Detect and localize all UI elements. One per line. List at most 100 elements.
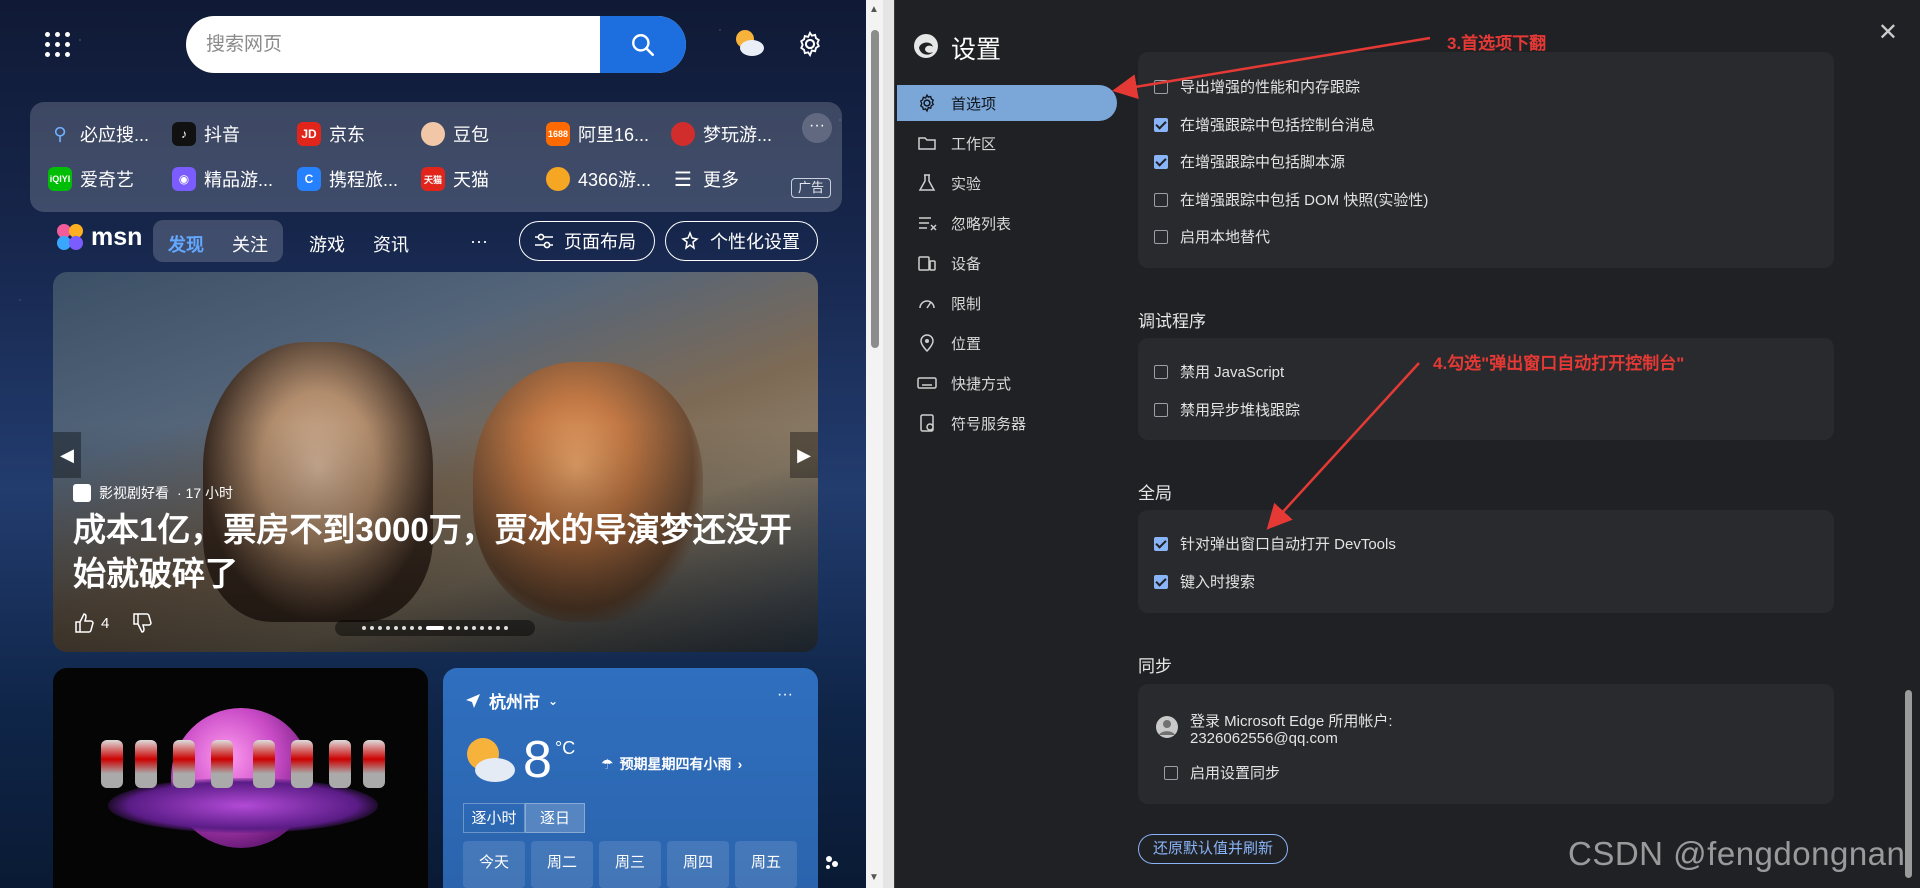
quick-link-iqiyi[interactable]: iQIYI 爱奇艺 (48, 166, 134, 192)
quick-link-bing[interactable]: ⚲ 必应搜... (48, 121, 149, 147)
search-icon: ⚲ (53, 123, 67, 144)
tab-daily[interactable]: 逐日 (525, 803, 585, 833)
quick-link-label: 抖音 (204, 125, 240, 145)
quick-link-label: 爱奇艺 (80, 170, 134, 190)
quick-link-mengwan[interactable]: 梦玩游... (671, 121, 772, 147)
sliders-icon (535, 233, 553, 249)
weather-city: 杭州市 (489, 693, 540, 712)
arrow-to-devtools-popup-checkbox (1266, 362, 1420, 530)
tab-more-button[interactable]: ··· (470, 231, 488, 252)
alibaba-1688-icon: 1688 (546, 122, 570, 146)
weather-day[interactable]: 周二 (531, 841, 593, 888)
tab-following[interactable]: 关注 (232, 231, 268, 257)
thumbs-down-icon[interactable] (131, 612, 153, 634)
arrow-to-preferences (1112, 36, 1431, 100)
hero-source: 影视剧好看 · 17 小时 (73, 483, 233, 503)
quick-link-label: 4366游... (578, 170, 652, 190)
quick-link-douyin[interactable]: ♪ 抖音 (172, 121, 240, 147)
quick-link-jingpin[interactable]: ◉ 精品游... (172, 166, 273, 192)
quick-link-doubao[interactable]: 豆包 (421, 121, 489, 147)
sparkle-edit-icon (681, 231, 699, 250)
tab-games[interactable]: 游戏 (309, 231, 345, 257)
weather-cloud-sun-icon[interactable] (732, 26, 766, 60)
game-ad-card[interactable] (53, 668, 428, 888)
chevron-down-icon: ⌄ (548, 693, 559, 708)
quick-link-label: 梦玩游... (703, 125, 773, 145)
menu-icon: ☰ (674, 168, 692, 191)
weather-unit: °C (555, 738, 576, 758)
scroll-up-arrow[interactable]: ▲ (869, 4, 879, 15)
tab-hourly[interactable]: 逐小时 (463, 803, 525, 833)
weather-day[interactable]: 今天 (463, 841, 525, 888)
msn-logo[interactable]: msn (55, 222, 142, 252)
quick-link-4366[interactable]: 4366游... (546, 166, 651, 192)
weather-card[interactable]: 杭州市 ⌄ ··· 8 °C ☂ 预期星期四有小雨 › 逐小时 逐日 今天 周二… (443, 668, 818, 888)
annotation-arrows (1112, 36, 1431, 530)
page-layout-button[interactable]: 页面布局 (519, 221, 655, 261)
weather-sun-cloud-icon (467, 738, 515, 782)
page-scrollbar[interactable]: ▲ ▼ (866, 0, 883, 888)
msn-logo-text: msn (91, 222, 143, 251)
quick-link-label: 阿里16... (578, 125, 650, 145)
game-icon (671, 122, 695, 146)
search-box (186, 16, 686, 73)
quick-link-tmall[interactable]: 天猫 天猫 (421, 166, 489, 192)
thumbs-up-icon[interactable] (73, 612, 95, 634)
location-arrow-icon (466, 693, 480, 708)
like-count: 4 (101, 614, 110, 632)
feedback-icon[interactable] (822, 852, 842, 872)
tmall-icon: 天猫 (421, 167, 445, 191)
quick-link-ctrip[interactable]: C 携程旅... (297, 166, 398, 192)
weather-forecast-text: 预期星期四有小雨 (619, 756, 732, 772)
weather-more-button[interactable]: ··· (777, 686, 793, 704)
quick-link-label: 豆包 (453, 125, 489, 145)
carousel-indicator[interactable] (335, 620, 535, 636)
weather-temperature: 8 (523, 731, 552, 789)
quick-links-more-button[interactable]: ··· (802, 113, 832, 143)
quick-link-label: 更多 (703, 170, 739, 190)
hero-title[interactable]: 成本1亿，票房不到3000万，贾冰的导演梦还没开始就破碎了 (73, 508, 813, 596)
personalize-button[interactable]: 个性化设置 (665, 221, 818, 261)
panel-splitter[interactable] (883, 0, 894, 888)
hero-source-name: 影视剧好看 (99, 485, 169, 501)
quick-link-label: 携程旅... (329, 170, 399, 190)
scroll-down-arrow[interactable]: ▼ (869, 872, 879, 883)
weather-location[interactable]: 杭州市 ⌄ (465, 688, 558, 713)
hero-reactions: 4 (73, 612, 153, 634)
settings-gear-icon[interactable] (796, 30, 824, 58)
gamepad-icon: ◉ (172, 167, 196, 191)
quick-link-label: 京东 (329, 125, 365, 145)
iqiyi-icon: iQIYI (48, 167, 72, 191)
tab-discover[interactable]: 发现 (168, 231, 204, 257)
hero-time: · 17 小时 (177, 485, 234, 501)
quick-link-more[interactable]: ☰ 更多 (671, 166, 739, 192)
quick-link-1688[interactable]: 1688 阿里16... (546, 121, 649, 147)
scrollbar-thumb[interactable] (871, 30, 879, 348)
msn-new-tab-page: ⚲ 必应搜... ♪ 抖音 JD 京东 豆包 1688 阿里16... 梦玩游... i… (0, 0, 866, 888)
search-icon (632, 34, 655, 57)
weather-day[interactable]: 周五 (735, 841, 797, 888)
devtools-settings-panel: 设置 ✕ 首选项 工作区 实验 忽略列表 设备 限制 位置 快捷方式 符号服务器… (894, 0, 1920, 888)
doubao-icon (421, 122, 445, 146)
weather-forecast-link[interactable]: ☂ 预期星期四有小雨 › (601, 754, 742, 774)
carousel-prev-button[interactable]: ◀ (53, 432, 81, 478)
hero-news-card[interactable]: ◀ ▶ 影视剧好看 · 17 小时 成本1亿，票房不到3000万，贾冰的导演梦还… (53, 272, 818, 652)
carousel-next-button[interactable]: ▶ (790, 432, 818, 478)
ad-badge: 广告 (791, 178, 831, 198)
search-button[interactable] (600, 16, 686, 73)
csdn-watermark: CSDN @fengdongnan (1568, 835, 1906, 872)
tab-news[interactable]: 资讯 (373, 231, 409, 257)
cat-game-icon (546, 167, 570, 191)
quick-links-panel (30, 102, 842, 212)
page-layout-label: 页面布局 (564, 232, 636, 252)
weather-day[interactable]: 周三 (599, 841, 661, 888)
msn-butterfly-icon (57, 224, 83, 250)
source-logo-icon (73, 484, 91, 502)
weather-day[interactable]: 周四 (667, 841, 729, 888)
app-launcher-icon[interactable] (45, 32, 71, 58)
douyin-icon: ♪ (172, 122, 196, 146)
ctrip-icon: C (297, 167, 321, 191)
quick-link-jd[interactable]: JD 京东 (297, 121, 365, 147)
search-input[interactable] (206, 16, 576, 73)
quick-link-label: 精品游... (204, 170, 274, 190)
